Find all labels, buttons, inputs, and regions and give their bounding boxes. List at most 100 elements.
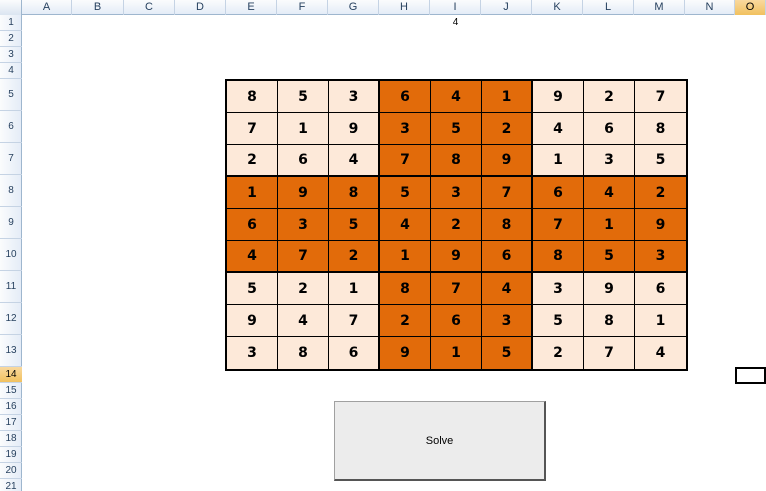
sudoku-cell-r3-c7[interactable]: 1 bbox=[533, 145, 584, 177]
cell-i1[interactable]: 4 bbox=[430, 16, 481, 30]
sudoku-cell-r3-c2[interactable]: 6 bbox=[278, 145, 329, 177]
row-header-18[interactable]: 18 bbox=[0, 431, 22, 447]
column-header-h[interactable]: H bbox=[379, 0, 430, 15]
row-header-7[interactable]: 7 bbox=[0, 143, 22, 175]
row-header-1[interactable]: 1 bbox=[0, 15, 22, 31]
column-header-k[interactable]: K bbox=[532, 0, 583, 15]
column-header-m[interactable]: M bbox=[634, 0, 685, 15]
sudoku-cell-r3-c4[interactable]: 7 bbox=[380, 145, 431, 177]
sudoku-cell-r5-c5[interactable]: 2 bbox=[431, 209, 482, 241]
row-header-15[interactable]: 15 bbox=[0, 383, 22, 399]
sudoku-cell-r5-c4[interactable]: 4 bbox=[380, 209, 431, 241]
row-header-19[interactable]: 19 bbox=[0, 447, 22, 463]
sudoku-cell-r4-c6[interactable]: 7 bbox=[482, 177, 533, 209]
sudoku-cell-r1-c9[interactable]: 7 bbox=[635, 81, 686, 113]
sudoku-cell-r1-c3[interactable]: 3 bbox=[329, 81, 380, 113]
sudoku-cell-r9-c1[interactable]: 3 bbox=[227, 337, 278, 369]
sudoku-cell-r8-c9[interactable]: 1 bbox=[635, 305, 686, 337]
sudoku-cell-r7-c5[interactable]: 7 bbox=[431, 273, 482, 305]
sudoku-cell-r4-c7[interactable]: 6 bbox=[533, 177, 584, 209]
sudoku-cell-r4-c1[interactable]: 1 bbox=[227, 177, 278, 209]
row-header-16[interactable]: 16 bbox=[0, 399, 22, 415]
sudoku-cell-r6-c5[interactable]: 9 bbox=[431, 241, 482, 273]
sudoku-cell-r6-c7[interactable]: 8 bbox=[533, 241, 584, 273]
sudoku-cell-r2-c9[interactable]: 8 bbox=[635, 113, 686, 145]
row-header-13[interactable]: 13 bbox=[0, 335, 22, 367]
sudoku-cell-r5-c1[interactable]: 6 bbox=[227, 209, 278, 241]
sudoku-cell-r2-c8[interactable]: 6 bbox=[584, 113, 635, 145]
sudoku-cell-r8-c6[interactable]: 3 bbox=[482, 305, 533, 337]
sudoku-cell-r8-c5[interactable]: 6 bbox=[431, 305, 482, 337]
sudoku-cell-r5-c3[interactable]: 5 bbox=[329, 209, 380, 241]
sudoku-cell-r5-c6[interactable]: 8 bbox=[482, 209, 533, 241]
solve-button[interactable]: Solve bbox=[334, 401, 546, 481]
sudoku-cell-r2-c2[interactable]: 1 bbox=[278, 113, 329, 145]
sudoku-cell-r4-c8[interactable]: 4 bbox=[584, 177, 635, 209]
sudoku-cell-r2-c7[interactable]: 4 bbox=[533, 113, 584, 145]
sudoku-cell-r9-c6[interactable]: 5 bbox=[482, 337, 533, 369]
sudoku-cell-r6-c6[interactable]: 6 bbox=[482, 241, 533, 273]
row-header-11[interactable]: 11 bbox=[0, 271, 22, 303]
sudoku-cell-r5-c7[interactable]: 7 bbox=[533, 209, 584, 241]
sudoku-cell-r6-c3[interactable]: 2 bbox=[329, 241, 380, 273]
row-header-21[interactable]: 21 bbox=[0, 479, 22, 491]
sudoku-cell-r6-c9[interactable]: 3 bbox=[635, 241, 686, 273]
sudoku-cell-r4-c3[interactable]: 8 bbox=[329, 177, 380, 209]
sudoku-cell-r7-c6[interactable]: 4 bbox=[482, 273, 533, 305]
column-header-c[interactable]: C bbox=[124, 0, 175, 15]
sudoku-cell-r6-c4[interactable]: 1 bbox=[380, 241, 431, 273]
sudoku-cell-r9-c7[interactable]: 2 bbox=[533, 337, 584, 369]
sudoku-cell-r1-c2[interactable]: 5 bbox=[278, 81, 329, 113]
sudoku-cell-r9-c2[interactable]: 8 bbox=[278, 337, 329, 369]
column-header-l[interactable]: L bbox=[583, 0, 634, 15]
sudoku-cell-r3-c6[interactable]: 9 bbox=[482, 145, 533, 177]
column-header-b[interactable]: B bbox=[72, 0, 124, 15]
sudoku-cell-r7-c1[interactable]: 5 bbox=[227, 273, 278, 305]
sudoku-cell-r7-c9[interactable]: 6 bbox=[635, 273, 686, 305]
sudoku-cell-r5-c8[interactable]: 1 bbox=[584, 209, 635, 241]
sudoku-cell-r9-c9[interactable]: 4 bbox=[635, 337, 686, 369]
sudoku-cell-r8-c1[interactable]: 9 bbox=[227, 305, 278, 337]
sudoku-cell-r7-c3[interactable]: 1 bbox=[329, 273, 380, 305]
sudoku-cell-r7-c4[interactable]: 8 bbox=[380, 273, 431, 305]
sudoku-cell-r8-c3[interactable]: 7 bbox=[329, 305, 380, 337]
sudoku-cell-r9-c5[interactable]: 1 bbox=[431, 337, 482, 369]
sudoku-cell-r9-c4[interactable]: 9 bbox=[380, 337, 431, 369]
sudoku-cell-r3-c1[interactable]: 2 bbox=[227, 145, 278, 177]
sudoku-cell-r7-c8[interactable]: 9 bbox=[584, 273, 635, 305]
sudoku-cell-r4-c4[interactable]: 5 bbox=[380, 177, 431, 209]
column-header-n[interactable]: N bbox=[685, 0, 735, 15]
sudoku-cell-r5-c2[interactable]: 3 bbox=[278, 209, 329, 241]
sudoku-cell-r1-c4[interactable]: 6 bbox=[380, 81, 431, 113]
sudoku-cell-r1-c1[interactable]: 8 bbox=[227, 81, 278, 113]
sudoku-cell-r8-c7[interactable]: 5 bbox=[533, 305, 584, 337]
row-header-10[interactable]: 10 bbox=[0, 239, 22, 271]
row-header-6[interactable]: 6 bbox=[0, 111, 22, 143]
column-header-f[interactable]: F bbox=[277, 0, 328, 15]
sudoku-cell-r8-c8[interactable]: 8 bbox=[584, 305, 635, 337]
row-header-17[interactable]: 17 bbox=[0, 415, 22, 431]
row-header-5[interactable]: 5 bbox=[0, 79, 22, 111]
sudoku-cell-r2-c4[interactable]: 3 bbox=[380, 113, 431, 145]
sudoku-cell-r2-c1[interactable]: 7 bbox=[227, 113, 278, 145]
sudoku-cell-r4-c9[interactable]: 2 bbox=[635, 177, 686, 209]
column-header-d[interactable]: D bbox=[175, 0, 226, 15]
sudoku-cell-r4-c5[interactable]: 3 bbox=[431, 177, 482, 209]
sudoku-cell-r2-c6[interactable]: 2 bbox=[482, 113, 533, 145]
sudoku-cell-r8-c2[interactable]: 4 bbox=[278, 305, 329, 337]
row-header-4[interactable]: 4 bbox=[0, 63, 22, 79]
sudoku-cell-r6-c1[interactable]: 4 bbox=[227, 241, 278, 273]
sudoku-cell-r3-c9[interactable]: 5 bbox=[635, 145, 686, 177]
sudoku-cell-r7-c7[interactable]: 3 bbox=[533, 273, 584, 305]
select-all-corner[interactable] bbox=[0, 0, 22, 15]
sudoku-cell-r6-c2[interactable]: 7 bbox=[278, 241, 329, 273]
sudoku-cell-r1-c8[interactable]: 2 bbox=[584, 81, 635, 113]
row-header-8[interactable]: 8 bbox=[0, 175, 22, 207]
column-header-o[interactable]: O bbox=[735, 0, 766, 15]
sudoku-cell-r3-c8[interactable]: 3 bbox=[584, 145, 635, 177]
active-cell-selection[interactable] bbox=[735, 367, 766, 384]
row-header-3[interactable]: 3 bbox=[0, 47, 22, 63]
row-header-14[interactable]: 14 bbox=[0, 367, 22, 383]
column-header-j[interactable]: J bbox=[481, 0, 532, 15]
column-header-g[interactable]: G bbox=[328, 0, 379, 15]
